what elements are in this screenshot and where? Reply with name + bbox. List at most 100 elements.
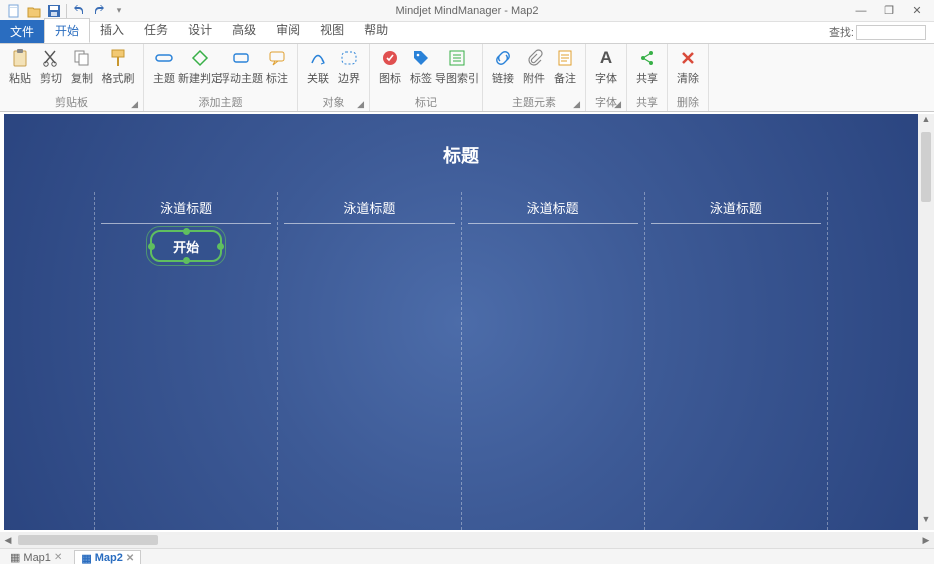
dialog-launcher-icon[interactable]: ◢ (573, 99, 580, 110)
copy-icon (72, 48, 92, 68)
tab-设计[interactable]: 设计 (178, 18, 222, 43)
map-index-button[interactable]: 导图索引 (437, 46, 477, 88)
swimlane[interactable]: 泳道标题 (644, 192, 828, 530)
close-tab-icon[interactable]: ✕ (54, 552, 62, 563)
group-label: 主题元素◢ (488, 94, 580, 111)
notes-button[interactable]: 备注 (550, 46, 580, 88)
search-input[interactable] (856, 25, 926, 40)
close-button[interactable]: ✕ (904, 3, 930, 19)
save-icon[interactable] (46, 3, 62, 19)
tab-开始[interactable]: 开始 (44, 18, 90, 43)
tab-任务[interactable]: 任务 (134, 18, 178, 43)
topic-label: 开始 (173, 237, 199, 256)
horizontal-scrollbar[interactable]: ◀ ▶ (0, 532, 934, 548)
font-icon: A (596, 48, 616, 68)
decision-button[interactable]: 新建判定 (180, 46, 220, 88)
group-剪贴板: 粘贴剪切复制格式刷剪贴板◢ (0, 44, 144, 111)
group-添加主题: 主题新建判定浮动主题标注添加主题 (144, 44, 298, 111)
quick-access-toolbar: ▾ (0, 3, 133, 19)
scroll-right-icon[interactable]: ▶ (918, 535, 934, 546)
swimlane[interactable]: 泳道标题 (461, 192, 644, 530)
group-主题元素: 链接附件备注主题元素◢ (483, 44, 586, 111)
clear-button[interactable]: 清除 (673, 46, 703, 88)
button-label: 主题 (153, 70, 175, 86)
decision-icon (190, 48, 210, 68)
notes-icon (555, 48, 575, 68)
button-label: 新建判定 (178, 70, 222, 86)
link-button[interactable]: 链接 (488, 46, 518, 88)
callout-button[interactable]: 标注 (262, 46, 292, 88)
topic-start[interactable]: 开始 (150, 230, 222, 262)
swimlane-header[interactable]: 泳道标题 (468, 192, 638, 224)
button-label: 标注 (266, 70, 288, 86)
floating-topic-button[interactable]: 浮动主题 (221, 46, 261, 88)
tab-视图[interactable]: 视图 (310, 18, 354, 43)
swimlane-header[interactable]: 泳道标题 (101, 192, 271, 224)
tags-icon (411, 48, 431, 68)
group-共享: 共享共享 (627, 44, 668, 111)
group-对象: 关联边界对象◢ (298, 44, 370, 111)
format-painter-button[interactable]: 格式刷 (98, 46, 138, 88)
doc-tab-Map2[interactable]: ▦Map2✕ (74, 550, 141, 564)
paste-button[interactable]: 粘贴 (5, 46, 35, 88)
group-label: 删除 (673, 94, 703, 111)
open-icon[interactable] (26, 3, 42, 19)
undo-icon[interactable] (71, 3, 87, 19)
new-doc-icon[interactable] (6, 3, 22, 19)
font-button[interactable]: A字体 (591, 46, 621, 88)
link-icon (493, 48, 513, 68)
doc-tab-label: Map1 (23, 552, 51, 564)
document-tabs: ▦Map1✕ ▦Map2✕ (0, 548, 934, 564)
attachment-icon (524, 48, 544, 68)
vertical-scrollbar[interactable]: ▲ ▼ (918, 114, 934, 530)
tab-帮助[interactable]: 帮助 (354, 18, 398, 43)
swimlane-header[interactable]: 泳道标题 (651, 192, 821, 224)
tab-审阅[interactable]: 审阅 (266, 18, 310, 43)
cut-button[interactable]: 剪切 (36, 46, 66, 88)
swimlane[interactable]: 泳道标题开始 (94, 192, 277, 530)
button-label: 附件 (523, 70, 545, 86)
button-label: 关联 (307, 70, 329, 86)
button-label: 剪切 (40, 70, 62, 86)
boundary-button[interactable]: 边界 (334, 46, 364, 88)
tab-高级[interactable]: 高级 (222, 18, 266, 43)
dialog-launcher-icon[interactable]: ◢ (131, 99, 138, 110)
scroll-down-icon[interactable]: ▼ (918, 514, 934, 530)
doc-tab-label: Map2 (95, 552, 123, 564)
map-title[interactable]: 标题 (443, 142, 479, 168)
swimlane-header[interactable]: 泳道标题 (284, 192, 454, 224)
close-tab-icon[interactable]: ✕ (126, 553, 134, 564)
vscroll-thumb[interactable] (921, 132, 931, 202)
restore-button[interactable]: ❐ (876, 3, 902, 19)
relationship-icon (308, 48, 328, 68)
share-icon (637, 48, 657, 68)
format-painter-icon (108, 48, 128, 68)
relationship-button[interactable]: 关联 (303, 46, 333, 88)
dialog-launcher-icon[interactable]: ◢ (357, 99, 364, 110)
redo-icon[interactable] (91, 3, 107, 19)
button-label: 清除 (677, 70, 699, 86)
tab-插入[interactable]: 插入 (90, 18, 134, 43)
canvas[interactable]: 标题 泳道标题开始泳道标题泳道标题泳道标题 (4, 114, 918, 530)
topic-button[interactable]: 主题 (149, 46, 179, 88)
scroll-left-icon[interactable]: ◀ (0, 535, 16, 546)
swimlane[interactable]: 泳道标题 (277, 192, 460, 530)
hscroll-thumb[interactable] (18, 535, 158, 545)
doc-tab-Map1[interactable]: ▦Map1✕ (4, 550, 68, 564)
group-label: 剪贴板◢ (5, 94, 138, 111)
dialog-launcher-icon[interactable]: ◢ (614, 99, 621, 110)
scroll-up-icon[interactable]: ▲ (918, 114, 934, 130)
tab-file[interactable]: 文件 (0, 20, 44, 43)
markers-button[interactable]: 图标 (375, 46, 405, 88)
qat-more-icon[interactable]: ▾ (111, 3, 127, 19)
attachment-button[interactable]: 附件 (519, 46, 549, 88)
copy-button[interactable]: 复制 (67, 46, 97, 88)
button-label: 浮动主题 (219, 70, 263, 86)
tags-button[interactable]: 标签 (406, 46, 436, 88)
ribbon: 粘贴剪切复制格式刷剪贴板◢主题新建判定浮动主题标注添加主题关联边界对象◢图标标签… (0, 44, 934, 112)
group-label: 字体◢ (591, 94, 621, 111)
window-controls: — ❐ ✕ (848, 3, 930, 19)
share-button[interactable]: 共享 (632, 46, 662, 88)
minimize-button[interactable]: — (848, 3, 874, 19)
button-label: 标签 (410, 70, 432, 86)
